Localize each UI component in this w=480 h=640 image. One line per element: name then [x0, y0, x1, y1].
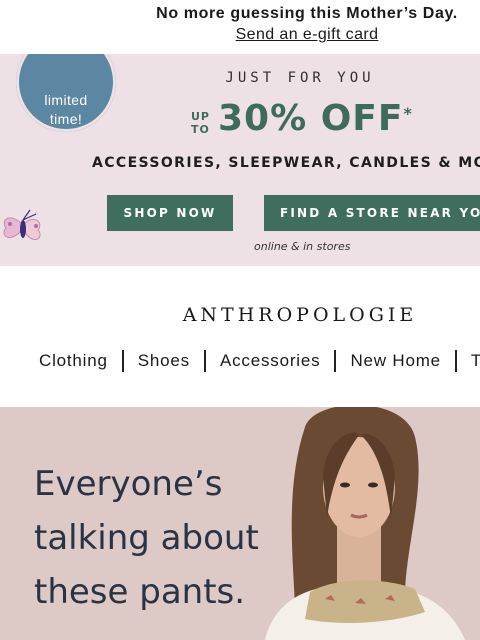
badge-line2: time!	[49, 111, 83, 127]
egift-card-link[interactable]: Send an e-gift card	[0, 26, 480, 44]
up-to-line1: UP	[191, 110, 210, 123]
availability-note: online & in stores	[254, 240, 351, 253]
nav-divider	[454, 350, 457, 372]
nav-divider	[121, 350, 124, 372]
nav-item-accessories[interactable]: Accessories	[220, 351, 320, 371]
shop-now-button[interactable]: SHOP NOW	[107, 195, 233, 231]
promo-banner[interactable]: limited time! JUST FOR YOU UP TO 30% OFF…	[0, 54, 480, 266]
discount-value: 30% OFF	[218, 98, 404, 139]
announcement-headline: No more guessing this Mother’s Day.	[156, 5, 458, 22]
nav-item-truncated[interactable]: T	[471, 351, 480, 371]
butterfly-icon	[3, 209, 41, 241]
nav-item-new-home[interactable]: New Home	[350, 351, 440, 371]
up-to-label: UP TO	[191, 110, 210, 136]
find-store-button[interactable]: FIND A STORE NEAR YOU	[264, 195, 480, 231]
announcement-bar: No more guessing this Mother’s Day. Send…	[0, 0, 480, 54]
limited-time-badge: limited time!	[16, 54, 116, 132]
model-photo	[265, 407, 465, 640]
nav-divider	[203, 350, 206, 372]
promo-categories: ACCESSORIES, SLEEPWEAR, CANDLES & MO	[92, 155, 480, 171]
up-to-line2: TO	[191, 123, 210, 136]
nav-item-shoes[interactable]: Shoes	[138, 351, 190, 371]
nav-item-clothing[interactable]: Clothing	[39, 351, 108, 371]
promo-eyebrow: JUST FOR YOU	[225, 70, 375, 86]
brand-logo[interactable]: ANTHROPOLOGIE	[0, 304, 480, 326]
badge-line1: limited	[44, 92, 88, 108]
nav-divider	[334, 350, 337, 372]
category-nav: Clothing Shoes Accessories New Home T	[39, 350, 480, 372]
discount-headline: 30% OFF*	[218, 98, 413, 139]
discount-asterisk: *	[403, 104, 413, 123]
hero-banner[interactable]: Everyone’s talking about these pants.	[0, 407, 480, 640]
